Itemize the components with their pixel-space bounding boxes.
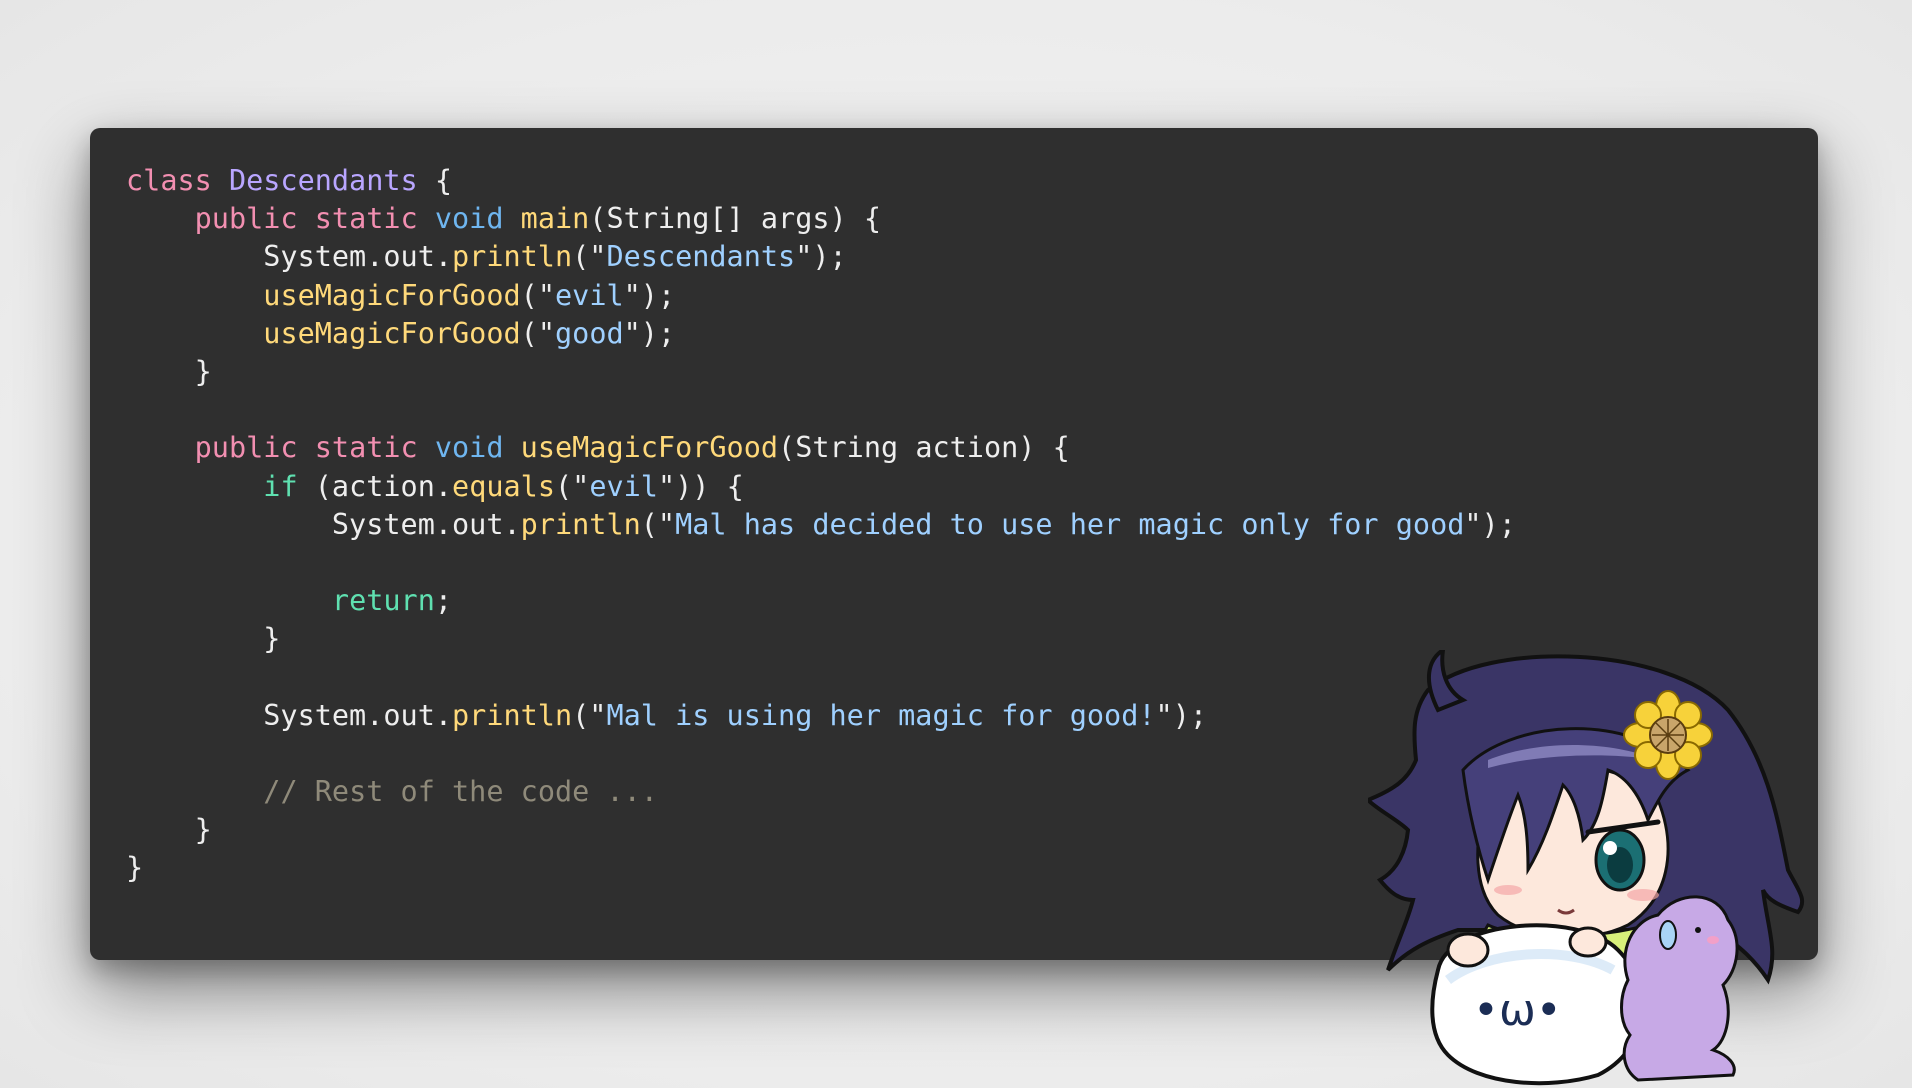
purple-plush	[1620, 895, 1739, 1082]
code-line: System.out.println("Descendants");	[126, 238, 1782, 276]
code-token: ("	[520, 278, 555, 312]
code-token: }	[126, 622, 281, 656]
code-line: public static void useMagicForGood(Strin…	[126, 429, 1782, 467]
code-token: evil	[555, 278, 624, 312]
code-token: public static	[194, 431, 435, 465]
code-token: useMagicForGood	[263, 316, 521, 350]
code-token: return	[331, 584, 435, 618]
code-token: ");	[1464, 507, 1516, 541]
code-token: equals	[452, 469, 555, 503]
code-token: (String action) {	[778, 431, 1070, 465]
code-token: Descendants	[606, 240, 796, 274]
code-token: System.out.	[126, 507, 521, 541]
code-token: }	[126, 813, 212, 847]
code-token: ");	[795, 240, 847, 274]
code-token: Descendants	[228, 164, 418, 197]
code-token: ")) {	[657, 469, 744, 503]
code-line: useMagicForGood("good");	[126, 315, 1782, 353]
code-token: ("	[572, 698, 607, 732]
code-token: ("	[640, 507, 676, 541]
code-token: ");	[623, 316, 676, 350]
code-line: System.out.println("Mal has decided to u…	[126, 506, 1782, 544]
code-line: public static void main(String[] args) {	[126, 200, 1782, 238]
code-token: println	[520, 507, 641, 541]
code-line: }	[126, 353, 1782, 391]
code-token: (String[] args) {	[589, 202, 881, 236]
code-token: void	[434, 431, 521, 465]
code-token: ");	[1155, 698, 1208, 732]
code-token: ("	[555, 469, 590, 503]
code-line: useMagicForGood("evil");	[126, 277, 1782, 315]
code-line: if (action.equals("evil")) {	[126, 468, 1782, 506]
code-token: println	[452, 698, 573, 732]
code-line: return;	[126, 582, 1782, 620]
blob-face-text: •ω•	[1473, 985, 1562, 1036]
code-token: }	[126, 851, 144, 885]
code-token: void	[434, 202, 521, 236]
code-token: evil	[589, 469, 658, 503]
code-token: Mal is using her magic for good!	[606, 698, 1156, 732]
code-token: System.out.	[126, 698, 453, 732]
code-token: public static	[194, 202, 435, 236]
code-token: main	[520, 202, 590, 236]
code-token: }	[126, 354, 212, 388]
code-line: class Descendants {	[126, 162, 1782, 200]
code-token: ("	[572, 240, 607, 274]
code-token: good	[555, 316, 624, 350]
code-token: useMagicForGood	[520, 431, 779, 465]
code-token: println	[452, 240, 573, 274]
code-token: ;	[434, 584, 453, 618]
code-token: Mal has decided to use her magic only fo…	[675, 507, 1465, 541]
code-token: // Rest of the code ...	[263, 775, 658, 808]
code-token: class	[126, 164, 229, 197]
code-token: (action.	[314, 469, 453, 503]
code-token: if	[263, 469, 315, 503]
anime-girl-mascot-icon: •ω•	[1368, 650, 1805, 1086]
code-token: System.out.	[126, 240, 453, 274]
canvas: class Descendants { public static void m…	[0, 0, 1912, 1088]
code-token: {	[417, 164, 453, 197]
code-token: ");	[623, 278, 676, 312]
code-token: useMagicForGood	[263, 278, 521, 312]
code-token: ("	[520, 316, 555, 350]
